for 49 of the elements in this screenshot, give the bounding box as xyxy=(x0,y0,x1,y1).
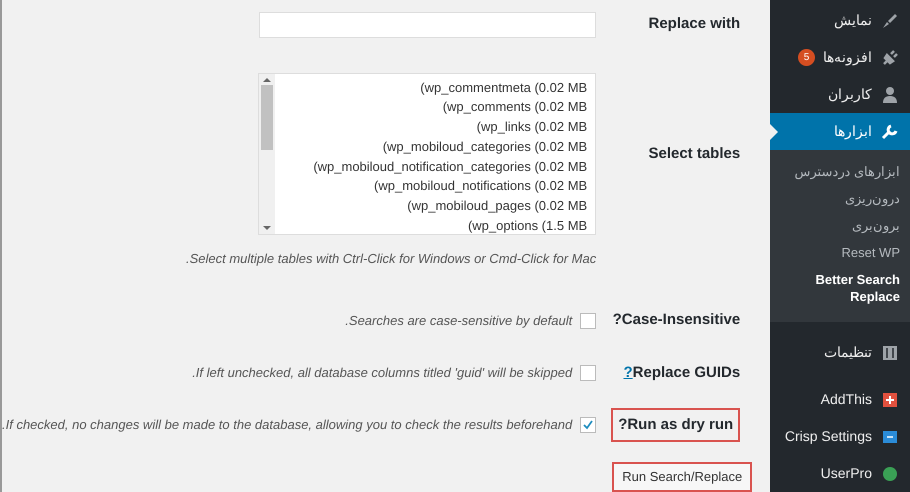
scroll-thumb[interactable] xyxy=(261,84,274,150)
list-option[interactable]: (wp_options (1.5 MB xyxy=(466,216,590,236)
field-label: Replace GUIDs xyxy=(632,362,740,383)
menu-item[interactable]: کاربران xyxy=(770,76,910,113)
submit-button[interactable]: Run Search/Replace xyxy=(612,462,752,492)
submenu-item[interactable]: Reset WP xyxy=(770,239,910,266)
submenu-item[interactable]: ابزارهای دردسترس xyxy=(770,158,910,185)
menu-item[interactable]: تنظیمات xyxy=(770,334,910,371)
hint-text: .Select multiple tables with Ctrl-Click for Windows or Cmd-Click for Mac xyxy=(186,250,596,268)
menu-item[interactable]: ابزارها xyxy=(770,113,910,150)
checkbox[interactable] xyxy=(580,312,596,329)
list-option[interactable]: (wp_mobiloud_pages (0.02 MB xyxy=(405,196,590,216)
menu-label: کاربران xyxy=(828,85,872,104)
list-option[interactable]: (wp_commentmeta (0.02 MB xyxy=(418,78,590,98)
menu-item[interactable]: نمایش xyxy=(770,2,910,39)
checkbox[interactable] xyxy=(580,364,596,381)
help-link[interactable]: ? xyxy=(623,362,633,384)
user-icon xyxy=(880,84,900,104)
option-description: .If checked, no changes will be made to the database, allowing you to check the results beforehand xyxy=(2,416,572,434)
field-label: Select tables xyxy=(648,144,740,164)
menu-item[interactable]: AddThis xyxy=(770,381,910,418)
list-option[interactable]: (wp_mobiloud_notifications (0.02 MB xyxy=(372,176,590,196)
menu-label: نمایش xyxy=(834,11,872,30)
list-option[interactable]: (wp_mobiloud_categories (0.02 MB xyxy=(380,136,590,157)
count-badge: 5 xyxy=(798,49,815,66)
submenu-item[interactable]: درون‌ریزی xyxy=(770,185,910,212)
field-label: Replace with xyxy=(648,14,740,34)
menu-label: ابزارها xyxy=(834,122,872,142)
menu-item[interactable]: Crisp Settings xyxy=(770,418,910,455)
option-description: .Searches are case-sensitive by default xyxy=(345,312,572,330)
menu-item[interactable]: UserPro xyxy=(770,455,910,492)
list-option[interactable]: (wp_links (0.02 MB xyxy=(474,117,590,137)
wrench-icon xyxy=(880,122,900,142)
input-field[interactable] xyxy=(259,12,596,38)
menu-label: تنظیمات xyxy=(824,343,872,362)
menu-label: Crisp Settings xyxy=(784,427,872,446)
option-description: .If left unchecked, all database columns titled 'guid' will be skipped xyxy=(192,364,572,382)
list-option[interactable]: (wp_mobiloud_notification_categories (0.02 MB xyxy=(311,156,590,176)
submenu-item[interactable]: برون‌بری xyxy=(770,212,910,239)
list-option[interactable]: (wp_comments (0.02 MB xyxy=(440,97,590,118)
menu-label: AddThis xyxy=(820,390,872,409)
field-label: ?Run as dry run xyxy=(611,408,740,442)
checkbox[interactable] xyxy=(580,416,596,433)
field-label: ?Case-Insensitive xyxy=(612,310,740,330)
menu-label: افزونه‌ها xyxy=(823,48,872,68)
scrollbar[interactable] xyxy=(259,74,276,234)
submenu-item[interactable]: Better Search Replace xyxy=(770,266,910,310)
menu-label: UserPro xyxy=(820,464,872,483)
scroll-down-icon[interactable] xyxy=(263,226,272,230)
